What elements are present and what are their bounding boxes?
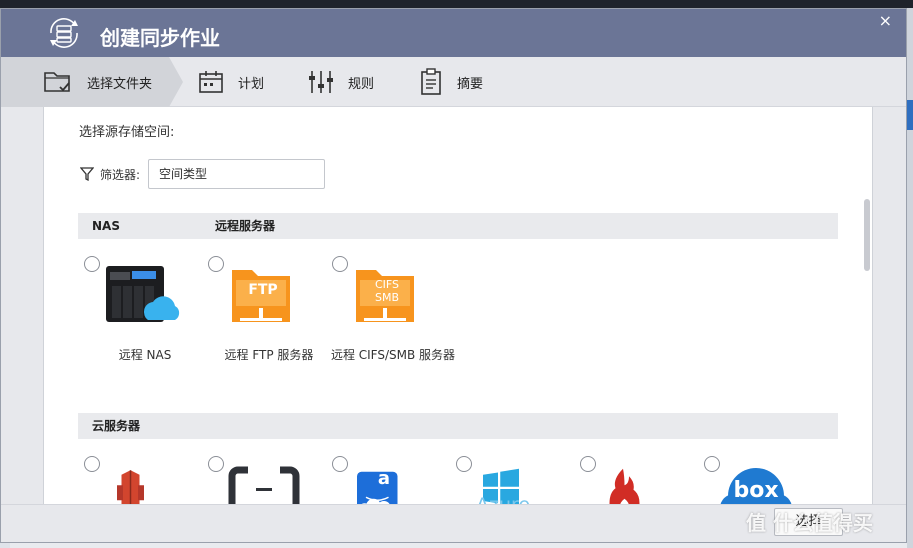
radio-azure[interactable] (456, 456, 472, 472)
watermark: 值 什么值得买 (746, 511, 873, 535)
step-schedule[interactable]: 计划 (198, 57, 264, 107)
nas-header: NAS (92, 219, 120, 233)
step-summary[interactable]: 摘要 (419, 57, 483, 107)
filter-row: 筛选器: 空间类型 (80, 159, 326, 189)
remote-nas-label: 远程 NAS (118, 348, 172, 362)
filter-input[interactable]: 空间类型 (148, 159, 326, 189)
remote-server-header: 远程服务器 (215, 219, 276, 233)
radio-alibaba-cloud[interactable] (208, 456, 224, 472)
cifs-badge-line1: CIFS (374, 278, 400, 291)
select-source-prompt: 选择源存储空间: (79, 125, 175, 140)
radio-remote-nas[interactable] (84, 256, 100, 272)
radio-remote-ftp[interactable] (208, 256, 224, 272)
step-select-folder[interactable]: 选择文件夹 (1, 57, 169, 107)
background-right-strip (907, 8, 913, 548)
section-header-cloud: 云服务器 (78, 413, 838, 439)
dialog-title: 创建同步作业 (100, 26, 220, 50)
radio-amazon-drive[interactable] (332, 456, 348, 472)
filter-label: 筛选器: (100, 167, 141, 182)
filter-icon (80, 167, 94, 181)
step-label: 计划 (238, 76, 265, 92)
step-label: 摘要 (457, 76, 484, 92)
sync-storage-icon (50, 18, 78, 48)
cifs-badge-line2: SMB (374, 291, 400, 304)
nas-device-icon (106, 266, 180, 322)
radio-amazon-s3[interactable] (84, 456, 100, 472)
sliders-icon (309, 71, 333, 93)
calendar-icon (199, 71, 223, 93)
step-label: 规则 (348, 76, 375, 92)
step-label: 选择文件夹 (87, 76, 153, 92)
box-label: box (733, 478, 779, 503)
amazon-letter: a (377, 468, 391, 489)
create-sync-job-dialog: 创建同步作业 × 选择文件夹 计划 规则 摘要 选择源存储空间: 筛选器: 空间… (0, 8, 907, 543)
wizard-steps: 选择文件夹 计划 规则 摘要 (1, 57, 906, 107)
clipboard-icon (421, 68, 441, 95)
step-rules[interactable]: 规则 (308, 57, 374, 107)
dialog-footer: 选择 值 什么值得买 (1, 504, 906, 542)
source-selection-panel: 选择源存储空间: 筛选器: 空间类型 NAS 远程服务器 远程 NAS FTP … (43, 107, 873, 542)
close-button[interactable]: × (879, 11, 892, 30)
radio-remote-cifs[interactable] (332, 256, 348, 272)
radio-backblaze[interactable] (580, 456, 596, 472)
step-active-arrow (169, 57, 183, 107)
dialog-titlebar: 创建同步作业 × (1, 9, 906, 57)
ftp-badge: FTP (248, 282, 278, 298)
section-header-nas-remote: NAS 远程服务器 (78, 213, 838, 239)
remote-ftp-label: 远程 FTP 服务器 (224, 348, 314, 362)
cloud-server-header: 云服务器 (92, 419, 141, 433)
panel-scrollbar[interactable] (864, 199, 870, 271)
background-topbar (0, 0, 913, 8)
folder-icon (44, 72, 70, 92)
background-right-accent (907, 100, 913, 130)
remote-cifs-label: 远程 CIFS/SMB 服务器 (330, 348, 456, 362)
